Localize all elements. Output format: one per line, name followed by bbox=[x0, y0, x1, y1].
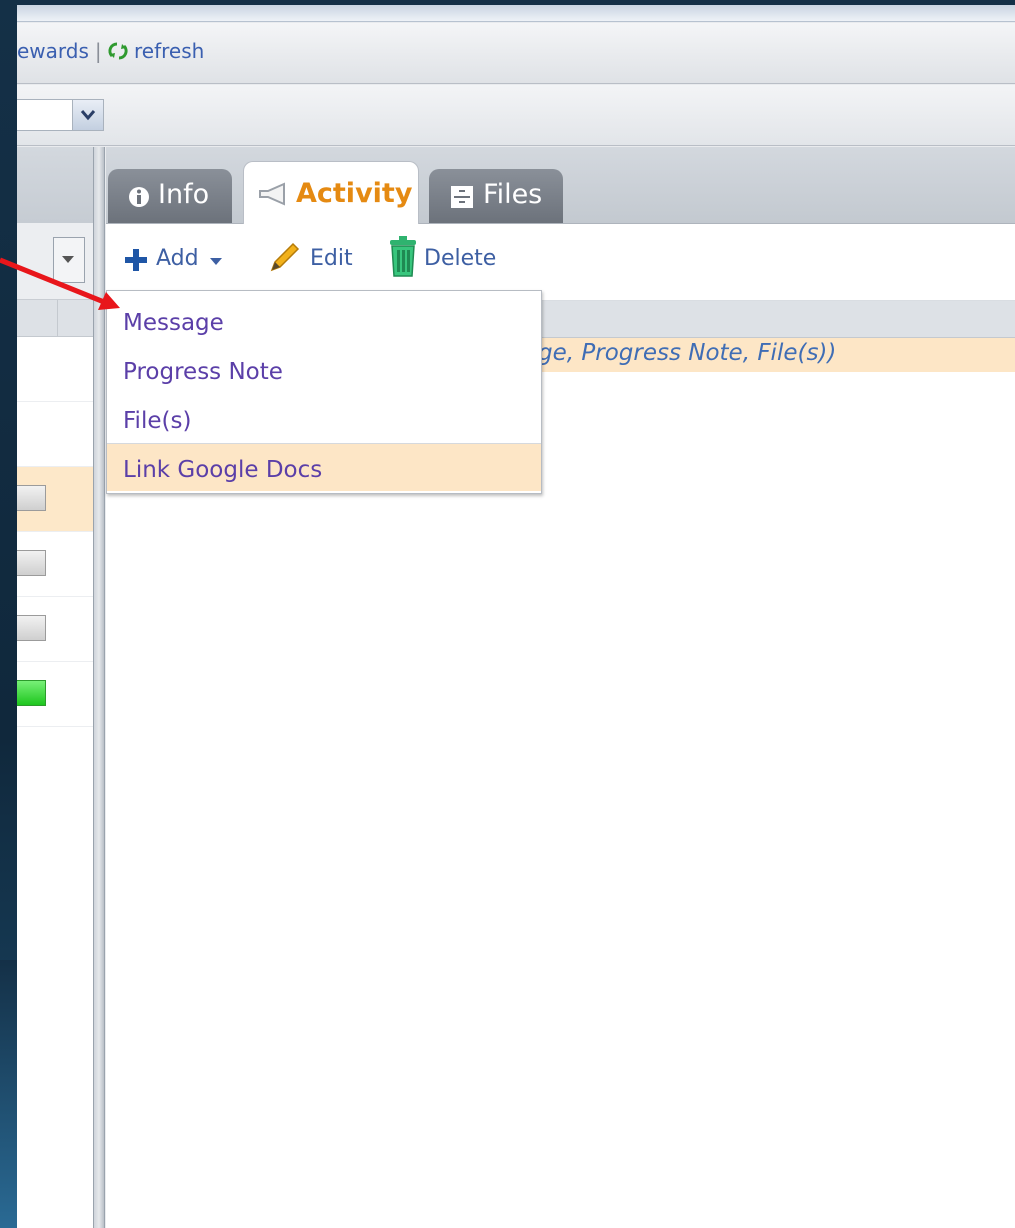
tab-activity[interactable]: Activity bbox=[243, 161, 419, 224]
add-label: Add bbox=[156, 246, 199, 271]
menu-item-message[interactable]: Message bbox=[107, 297, 541, 345]
link-separator: | bbox=[94, 39, 102, 63]
menu-item-link-google-docs[interactable]: Link Google Docs bbox=[107, 443, 541, 491]
menu-item-files[interactable]: File(s) bbox=[107, 395, 541, 443]
refresh-icon bbox=[108, 42, 128, 60]
list-item[interactable] bbox=[17, 597, 93, 662]
select-dropdown-arrow[interactable] bbox=[72, 100, 103, 130]
caret-down-icon bbox=[210, 258, 222, 265]
row-button[interactable] bbox=[17, 485, 46, 511]
row-button[interactable] bbox=[17, 615, 46, 641]
empty-grid-hint-text: ge, Progress Note, File(s)) bbox=[538, 340, 837, 366]
list-item[interactable] bbox=[17, 467, 93, 532]
tab-info[interactable]: Info bbox=[108, 169, 232, 223]
app-window: ewards | refresh Info Activity Files Add… bbox=[17, 5, 1015, 1228]
megaphone-icon bbox=[259, 182, 285, 206]
chevron-down-icon bbox=[80, 110, 96, 121]
menu-item-progress-note[interactable]: Progress Note bbox=[107, 346, 541, 394]
tab-files[interactable]: Files bbox=[429, 169, 563, 223]
list-item[interactable] bbox=[17, 337, 93, 402]
refresh-link[interactable]: refresh bbox=[108, 39, 205, 63]
row-button[interactable] bbox=[17, 550, 46, 576]
filter-select[interactable] bbox=[17, 99, 104, 131]
list-item[interactable] bbox=[17, 662, 93, 727]
list-item[interactable] bbox=[17, 532, 93, 597]
edit-label: Edit bbox=[310, 246, 353, 271]
tab-info-label: Info bbox=[158, 179, 210, 210]
add-dropdown-menu: Message Progress Note File(s) Link Googl… bbox=[106, 290, 542, 494]
left-panel-header bbox=[17, 147, 93, 223]
info-icon bbox=[129, 187, 149, 207]
red-arrow-annotation bbox=[0, 257, 120, 310]
title-strip bbox=[17, 5, 1015, 22]
list-item[interactable] bbox=[17, 402, 93, 467]
delete-label: Delete bbox=[424, 246, 497, 271]
tab-files-label: Files bbox=[483, 179, 543, 210]
link-bar: ewards | refresh bbox=[17, 23, 1015, 84]
tab-strip: Info Activity Files bbox=[106, 147, 1015, 224]
rewards-link[interactable]: ewards bbox=[17, 39, 89, 63]
trash-icon bbox=[390, 236, 416, 277]
refresh-label: refresh bbox=[134, 39, 205, 63]
filter-bar bbox=[17, 85, 1015, 146]
pencil-icon bbox=[270, 242, 300, 272]
link-group: ewards | refresh bbox=[17, 39, 204, 63]
row-button-active[interactable] bbox=[17, 680, 46, 706]
tab-activity-label: Activity bbox=[296, 178, 413, 209]
file-cabinet-icon bbox=[451, 186, 473, 208]
